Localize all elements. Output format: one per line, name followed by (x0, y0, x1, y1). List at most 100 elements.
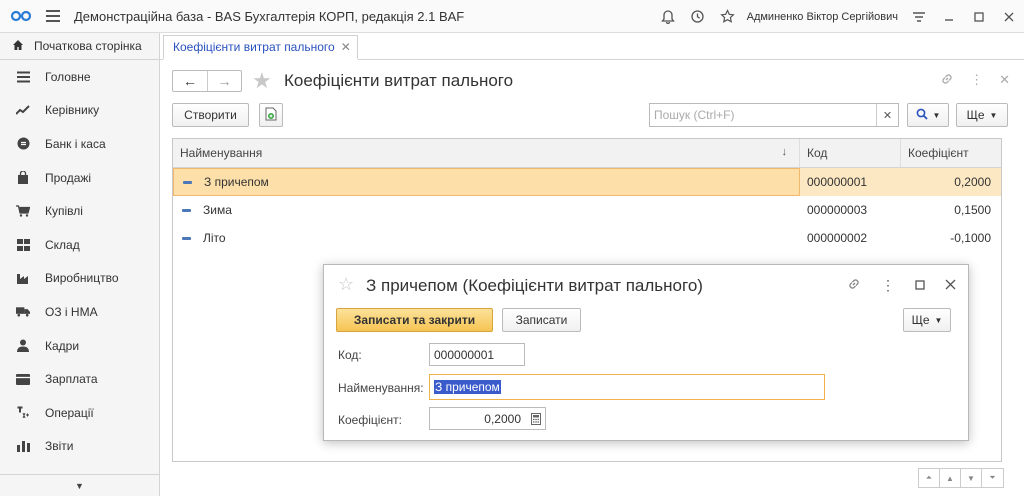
column-header-coefficient[interactable]: Коефіцієнт (901, 139, 1001, 167)
table-pager: ⏶ ▲ ▼ ⏷ (918, 468, 1004, 488)
favorites-star-icon[interactable] (713, 0, 743, 33)
wallet-icon (16, 372, 30, 386)
sidebar-item-label: Продажі (45, 170, 92, 185)
close-icon[interactable] (994, 0, 1024, 33)
minimize-icon[interactable] (934, 0, 964, 33)
settings-menu-icon[interactable] (904, 0, 934, 33)
sidebar-item-main[interactable]: Головне (0, 60, 159, 94)
main-menu-icon[interactable] (46, 10, 60, 22)
code-field[interactable]: 000000001 (429, 343, 525, 366)
tab-home[interactable]: Початкова сторінка (0, 33, 160, 59)
bell-icon[interactable] (653, 0, 683, 33)
sidebar-item-bank[interactable]: Банк і каса (0, 127, 159, 161)
sidebar-item-sales[interactable]: Продажі (0, 161, 159, 195)
home-icon (12, 39, 24, 54)
sidebar-item-reports[interactable]: Звіти (0, 430, 159, 464)
sidebar-item-operations[interactable]: Операції (0, 396, 159, 430)
more-options-icon[interactable]: ⋮ (881, 277, 895, 294)
cell-name: Зима (173, 196, 800, 224)
column-header-name[interactable]: Найменування ↓ (173, 139, 800, 167)
copy-document-icon (265, 107, 277, 124)
sidebar-item-hr[interactable]: Кадри (0, 329, 159, 363)
create-copy-button[interactable] (259, 103, 283, 127)
sidebar-item-label: Звіти (45, 439, 74, 454)
table-row[interactable]: Літо 000000002 -0,1000 (173, 224, 1001, 252)
link-icon[interactable] (847, 277, 861, 294)
cell-code: 000000002 (807, 231, 868, 245)
sidebar-item-label: Склад (45, 237, 80, 252)
coefficient-label: Коефіцієнт: (338, 413, 402, 427)
coefficient-value: 0,2000 (484, 411, 521, 426)
navigation-buttons: ← → (172, 70, 242, 92)
cell-code: 000000001 (807, 175, 868, 189)
cell-coefficient: 0,2000 (954, 175, 991, 189)
close-icon[interactable] (945, 277, 956, 294)
chevron-down-icon: ▼ (932, 110, 941, 120)
cell-name-text: Зима (203, 203, 232, 217)
maximize-icon[interactable] (915, 277, 925, 294)
search-button[interactable]: ▼ (907, 103, 949, 127)
more-options-icon[interactable]: ⋮ (970, 72, 983, 89)
sidebar-item-label: Операції (45, 405, 94, 420)
search-input[interactable] (650, 104, 876, 126)
forward-arrow-icon[interactable]: → (206, 71, 241, 91)
item-marker-icon (183, 180, 192, 184)
sidebar-item-label: Головне (45, 69, 91, 84)
truck-icon (16, 305, 30, 319)
sidebar-item-label: Керівнику (45, 103, 100, 118)
page-title: Коефіцієнти витрат пального (284, 71, 514, 90)
calculator-icon[interactable] (527, 408, 545, 429)
sidebar-item-production[interactable]: Виробництво (0, 262, 159, 296)
tab-close-icon[interactable]: ✕ (341, 40, 351, 54)
scroll-bottom-icon[interactable]: ⏷ (982, 469, 1003, 487)
search-clear-icon[interactable]: ✕ (876, 104, 898, 126)
user-name[interactable]: Админенко Віктор Сергійович (747, 11, 898, 23)
operations-icon (16, 406, 30, 420)
table-row[interactable]: Зима 000000003 0,1500 (173, 196, 1001, 224)
cell-name: Літо (173, 224, 800, 252)
cell-name: З причепом (173, 168, 800, 196)
back-arrow-icon[interactable]: ← (173, 71, 207, 91)
warehouse-grid-icon (16, 238, 30, 252)
cell-coefficient: -0,1000 (950, 231, 991, 245)
name-field[interactable]: З причепом (429, 374, 825, 400)
sidebar-scroll-down-icon[interactable]: ▼ (0, 474, 159, 496)
sidebar-item-fixed-assets[interactable]: ОЗ і НМА (0, 295, 159, 329)
add-favorite-star-icon[interactable]: ☆ (338, 274, 354, 295)
cart-icon (16, 204, 30, 218)
sidebar-item-label: Банк і каса (45, 136, 106, 151)
sidebar-item-manager[interactable]: Керівнику (0, 94, 159, 128)
cell-code: 000000003 (807, 203, 868, 217)
more-button[interactable]: Ще ▼ (956, 103, 1008, 127)
column-header-code[interactable]: Код (800, 139, 901, 167)
maximize-icon[interactable] (964, 0, 994, 33)
sidebar-item-warehouse[interactable]: Склад (0, 228, 159, 262)
save-button[interactable]: Записати (502, 308, 581, 332)
factory-icon (16, 271, 30, 285)
add-favorite-star-icon[interactable]: ★ (252, 68, 272, 94)
history-icon[interactable] (683, 0, 713, 33)
tab-fuel-coefficients[interactable]: Коефіцієнти витрат пального ✕ (163, 35, 358, 60)
table-header: Найменування ↓ Код Коефіцієнт (173, 139, 1001, 168)
sidebar-item-salary[interactable]: Зарплата (0, 362, 159, 396)
link-icon[interactable] (940, 72, 954, 89)
app-logo-icon[interactable] (10, 8, 32, 24)
coefficient-field[interactable]: 0,2000 (429, 407, 546, 430)
create-button[interactable]: Створити (172, 103, 249, 127)
scroll-up-icon[interactable]: ▲ (940, 469, 961, 487)
scroll-top-icon[interactable]: ⏶ (919, 469, 940, 487)
scroll-down-icon[interactable]: ▼ (961, 469, 982, 487)
chevron-down-icon: ▼ (934, 315, 943, 325)
cell-name-text: Літо (203, 231, 226, 245)
coin-icon (16, 137, 30, 151)
search-box: ✕ (649, 103, 899, 127)
item-marker-icon (182, 236, 191, 240)
sidebar-item-purchases[interactable]: Купівлі (0, 194, 159, 228)
close-form-icon[interactable]: ✕ (999, 72, 1010, 89)
chart-trend-icon (16, 103, 30, 117)
column-header-label: Найменування (180, 146, 263, 160)
dialog-more-button[interactable]: Ще ▼ (903, 308, 951, 332)
table-row[interactable]: З причепом 000000001 0,2000 (173, 168, 1001, 196)
save-and-close-button[interactable]: Записати та закрити (336, 308, 493, 332)
chevron-down-icon: ▼ (989, 110, 998, 120)
